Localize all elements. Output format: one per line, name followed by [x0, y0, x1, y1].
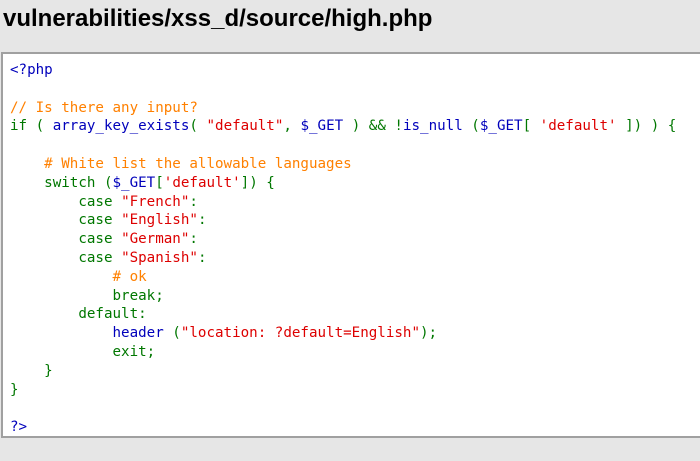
- code-line-16: exit;: [10, 343, 676, 362]
- if-keyword: if (: [10, 118, 53, 135]
- code-line-8: case "French":: [10, 193, 676, 212]
- comment-whitelist: # White list the allowable languages: [44, 155, 352, 172]
- colon: :: [189, 193, 198, 210]
- paren-open: (: [189, 118, 207, 135]
- case-keyword: case: [78, 212, 122, 229]
- case-keyword: case: [78, 231, 122, 248]
- case-keyword: case: [78, 249, 122, 266]
- array-key-exists-function: array_key_exists: [52, 118, 190, 135]
- code-line-17: }: [10, 362, 676, 381]
- code-line-11: case "Spanish":: [10, 249, 676, 268]
- string-french: "French": [121, 193, 190, 210]
- code-line-14: default:: [10, 305, 676, 324]
- php-source-code: <?php// Is there any input? if ( array_ke…: [10, 61, 676, 436]
- comment-ok: # ok: [112, 268, 147, 285]
- default-label: default:: [78, 306, 147, 323]
- colon: :: [189, 231, 198, 248]
- code-line-9: case "English":: [10, 211, 676, 230]
- string-default-quoted: 'default': [163, 174, 241, 191]
- code-line-3: // Is there any input?: [10, 99, 676, 118]
- get-variable: $_GET: [300, 118, 344, 135]
- header-function: header: [112, 325, 164, 342]
- code-line-6: # White list the allowable languages: [10, 155, 676, 174]
- source-code-panel: <?php// Is there any input? if ( array_ke…: [1, 52, 700, 438]
- string-spanish: "Spanish": [121, 249, 198, 266]
- paren-open: (: [163, 325, 181, 342]
- code-line-7: switch ($_GET['default']) {: [10, 174, 676, 193]
- string-english: "English": [121, 212, 198, 229]
- get-variable: $_GET: [112, 174, 156, 191]
- close-brace: }: [10, 381, 19, 398]
- php-open-tag: <?php: [10, 62, 53, 78]
- is-null-function: is_null: [402, 118, 463, 135]
- paren-open: (: [462, 118, 480, 135]
- break-statement: break;: [112, 287, 164, 304]
- string-german: "German": [121, 231, 190, 248]
- and-not-operator: ) && !: [343, 118, 403, 135]
- switch-keyword: switch (: [44, 174, 113, 191]
- string-location: "location: ?default=English": [180, 325, 421, 342]
- string-default: "default": [206, 118, 284, 135]
- php-close-tag: ?>: [10, 419, 28, 436]
- bracket-open: [: [155, 174, 164, 191]
- exit-statement: exit;: [112, 343, 156, 360]
- paren-close: );: [420, 325, 438, 342]
- case-keyword: case: [78, 193, 122, 210]
- code-line-13: break;: [10, 287, 676, 306]
- code-line-12: # ok: [10, 268, 676, 287]
- close-brace: }: [44, 362, 53, 379]
- string-default-quoted: 'default': [539, 118, 617, 135]
- code-line-15: header ("location: ?default=English");: [10, 324, 676, 343]
- code-line-18: }: [10, 381, 676, 400]
- get-variable: $_GET: [479, 118, 523, 135]
- colon: :: [197, 212, 207, 229]
- code-line-20: ?>: [10, 418, 676, 436]
- comment-input-check: // Is there any input?: [10, 99, 198, 116]
- bracket-close-brace: ]) ) {: [616, 118, 677, 135]
- code-line-10: case "German":: [10, 230, 676, 249]
- bracket-open: [: [522, 118, 540, 135]
- switch-close: ]) {: [240, 174, 275, 191]
- code-line-1: <?php: [10, 61, 676, 80]
- comma: ,: [283, 118, 301, 135]
- colon: :: [197, 249, 207, 266]
- code-line-4: if ( array_key_exists( "default", $_GET …: [10, 117, 676, 136]
- page-title: vulnerabilities/xss_d/source/high.php: [3, 5, 433, 32]
